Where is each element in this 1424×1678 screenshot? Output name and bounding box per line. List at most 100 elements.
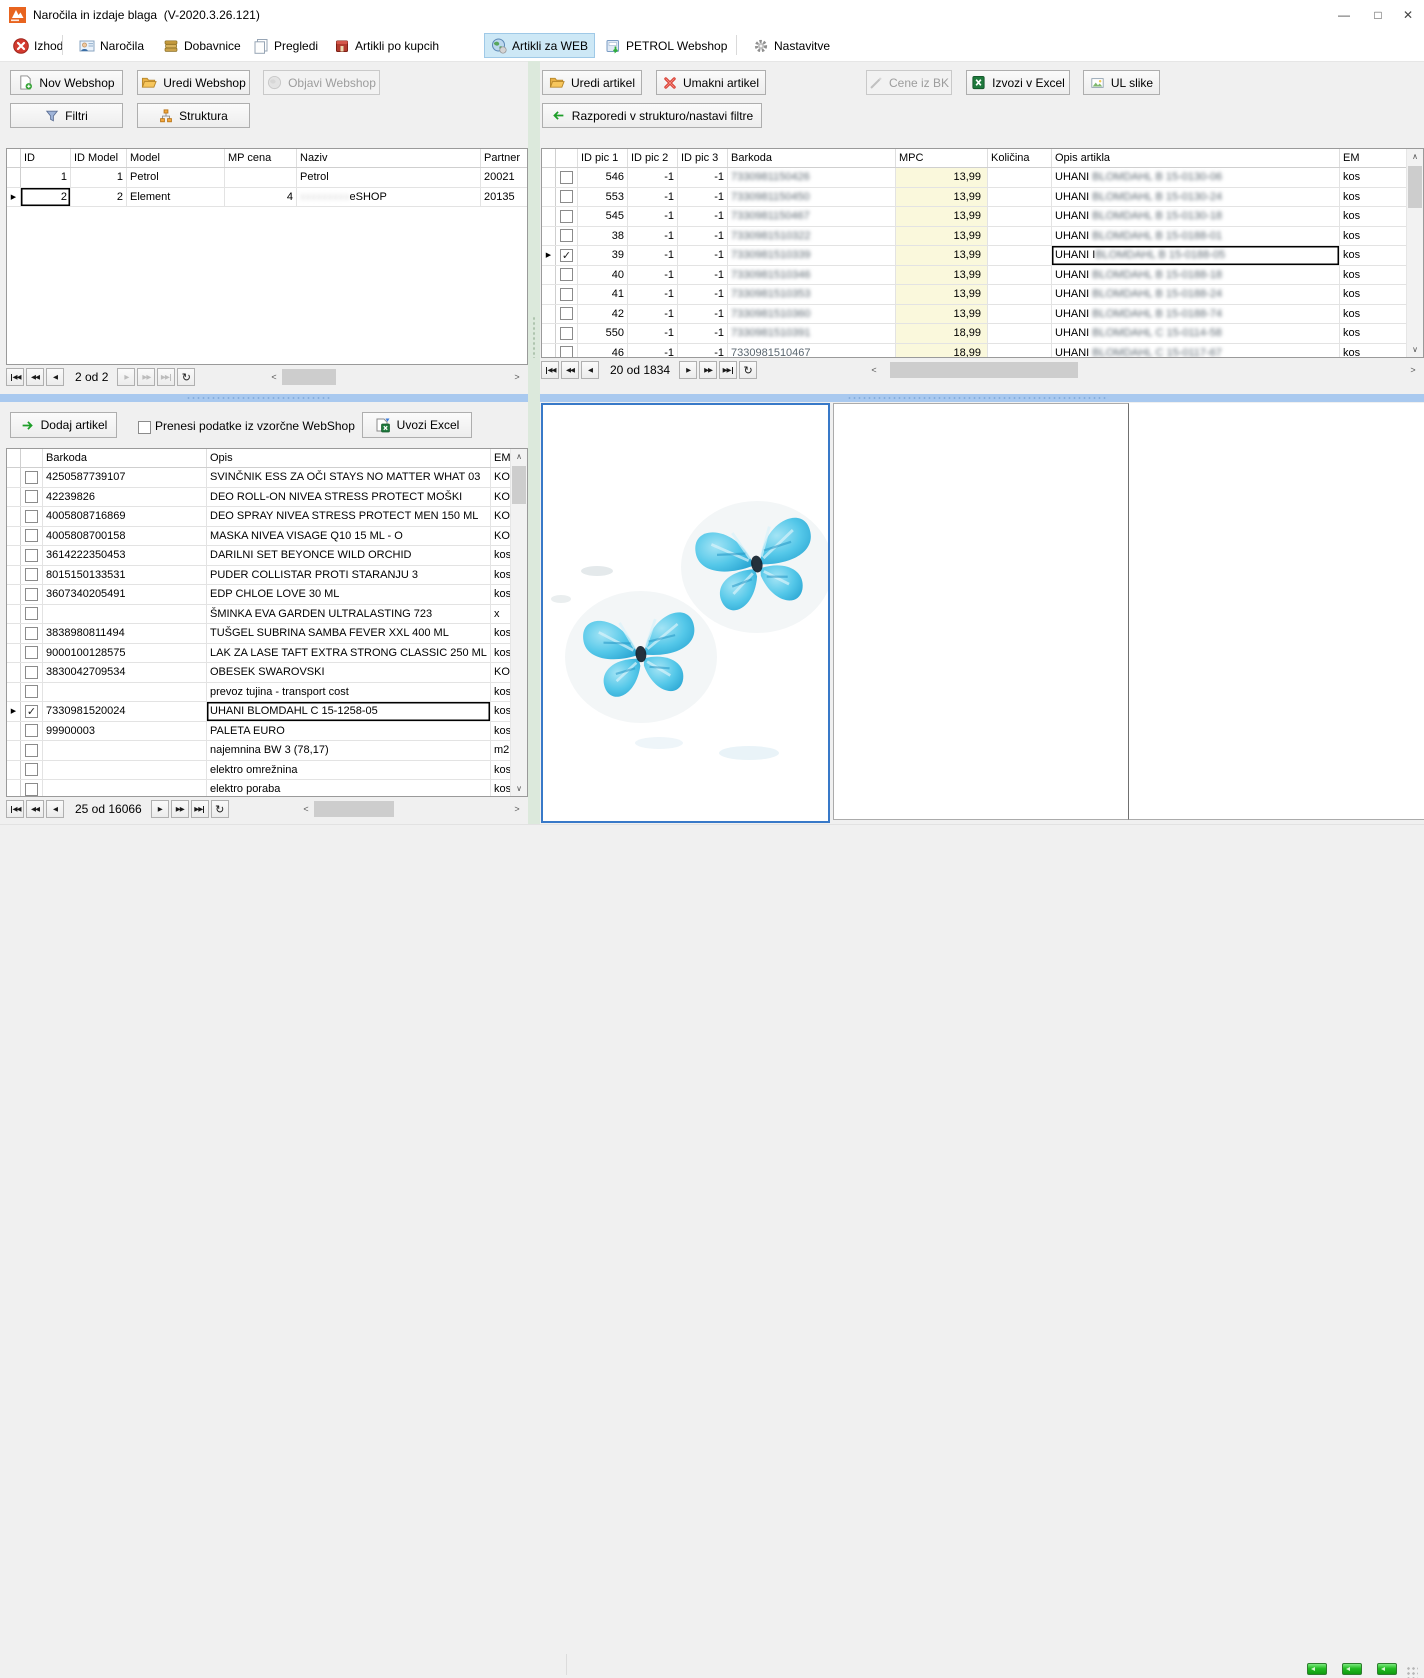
minimize-button[interactable]: — (1328, 0, 1360, 30)
vertical-splitter[interactable] (528, 61, 540, 824)
umakni-artikel-button[interactable]: Umakni artikel (656, 70, 766, 95)
row-checkbox[interactable] (556, 285, 578, 304)
vscroll-thumb[interactable] (512, 466, 526, 504)
catalog-row[interactable]: ▶ ✓ 7330981520024 UHANI BLOMDAHL C 15-12… (7, 702, 511, 722)
row-checkbox[interactable] (556, 344, 578, 359)
scroll-left-icon[interactable]: < (300, 801, 312, 817)
maximize-button[interactable]: □ (1362, 0, 1394, 30)
scroll-right-icon[interactable]: > (511, 801, 523, 817)
row-checkbox[interactable] (556, 227, 578, 246)
catalog-row[interactable]: 3838980811494 TUŠGEL SUBRINA SAMBA FEVER… (7, 624, 511, 644)
row-checkbox[interactable] (21, 566, 43, 585)
close-button[interactable]: ✕ (1392, 0, 1424, 30)
row-checkbox[interactable] (21, 468, 43, 487)
nav-first-button[interactable]: ◀◀ (541, 361, 559, 379)
catalog-row[interactable]: 4005808716869 DEO SPRAY NIVEA STRESS PRO… (7, 507, 511, 527)
nav-prev-fast-button[interactable]: ◀◀ (26, 800, 44, 818)
scroll-down-icon[interactable]: ∨ (511, 781, 527, 796)
row-checkbox[interactable] (21, 605, 43, 624)
row-checkbox[interactable] (21, 741, 43, 760)
toolbar-item-pregledi[interactable]: Pregledi (246, 33, 325, 58)
row-checkbox[interactable]: ✓ (21, 702, 43, 721)
image-preview-selected[interactable] (541, 403, 830, 823)
objavi-webshop-button[interactable]: Objavi Webshop (263, 70, 380, 95)
catalog-row[interactable]: ŠMINKA EVA GARDEN ULTRALASTING 723 x (7, 605, 511, 625)
scroll-right-icon[interactable]: > (511, 369, 523, 385)
row-checkbox[interactable] (21, 780, 43, 797)
vscroll-thumb[interactable] (1408, 166, 1422, 208)
toolbar-item-dobavnice[interactable]: Dobavnice (156, 33, 248, 58)
filtri-button[interactable]: Filtri (10, 103, 123, 128)
catalog-row[interactable]: 3830042709534 OBESEK SWAROVSKI KOS (7, 663, 511, 683)
transfer-checkbox[interactable] (138, 421, 151, 434)
article-row[interactable]: 40 -1 -1 7330981510346 13,99 UHANI BLOMD… (542, 266, 1407, 286)
article-row[interactable]: 41 -1 -1 7330981510353 13,99 UHANI BLOMD… (542, 285, 1407, 305)
scroll-left-icon[interactable]: < (868, 362, 880, 378)
catalog-row[interactable]: elektro poraba kos (7, 780, 511, 797)
image-preview-slot-3[interactable] (1129, 403, 1424, 820)
uredi-webshop-button[interactable]: Uredi Webshop (137, 70, 250, 95)
nav-last-button[interactable]: ▶▶ (191, 800, 209, 818)
row-checkbox[interactable] (556, 188, 578, 207)
nav-next-fast-button[interactable]: ▶▶ (699, 361, 717, 379)
toolbar-item-petrol-webshop[interactable]: PETROL Webshop (598, 33, 734, 58)
article-row[interactable]: 545 -1 -1 7330981150467 13,99 UHANI BLOM… (542, 207, 1407, 227)
toolbar-item-narocila[interactable]: Naročila (72, 33, 151, 58)
nav-first-button[interactable]: ◀◀ (6, 800, 24, 818)
nav-first-button[interactable]: ◀◀ (6, 368, 24, 386)
article-row[interactable]: 42 -1 -1 7330981510360 13,99 UHANI BLOMD… (542, 305, 1407, 325)
image-preview-slot-2[interactable] (833, 403, 1129, 820)
nav-prev-button[interactable]: ◀ (581, 361, 599, 379)
row-checkbox[interactable] (556, 305, 578, 324)
catalog-row[interactable]: 4005808700158 MASKA NIVEA VISAGE Q10 15 … (7, 527, 511, 547)
row-checkbox[interactable] (21, 624, 43, 643)
article-row[interactable]: 550 -1 -1 7330981510391 18,99 UHANI BLOM… (542, 324, 1407, 344)
nav-prev-fast-button[interactable]: ◀◀ (561, 361, 579, 379)
row-checkbox[interactable] (556, 207, 578, 226)
toolbar-item-artikli-za-web[interactable]: Artikli za WEB (484, 33, 595, 58)
row-checkbox[interactable] (556, 324, 578, 343)
struktura-button[interactable]: Struktura (137, 103, 250, 128)
uvozi-excel-button[interactable]: Uvozi Excel (362, 412, 472, 438)
catalog-row[interactable]: 3607340205491 EDP CHLOE LOVE 30 ML kos (7, 585, 511, 605)
catalog-row[interactable]: elektro omrežnina kos (7, 761, 511, 781)
izvozi-v-excel-button[interactable]: Izvozi v Excel (966, 70, 1070, 95)
nav-next-fast-button[interactable]: ▶▶ (137, 368, 155, 386)
catalog-row[interactable]: 9000100128575 LAK ZA LASE TAFT EXTRA STR… (7, 644, 511, 664)
row-checkbox[interactable] (556, 168, 578, 187)
article-row[interactable]: 38 -1 -1 7330981510322 13,99 UHANI BLOMD… (542, 227, 1407, 247)
catalog-row[interactable]: najemnina BW 3 (78,17) m2 (7, 741, 511, 761)
resize-grip-icon[interactable] (1406, 1666, 1418, 1678)
scroll-down-icon[interactable]: ∨ (1407, 342, 1423, 357)
catalog-row[interactable]: 4250587739107 SVINČNIK ESS ZA OČI STAYS … (7, 468, 511, 488)
hscroll-thumb[interactable] (282, 369, 336, 385)
article-row[interactable]: 46 -1 -1 7330981510467 18,99 UHANI BLOMD… (542, 344, 1407, 359)
nav-next-fast-button[interactable]: ▶▶ (171, 800, 189, 818)
row-checkbox[interactable] (21, 546, 43, 565)
scroll-left-icon[interactable]: < (268, 369, 280, 385)
row-checkbox[interactable]: ✓ (556, 246, 578, 265)
row-checkbox[interactable] (21, 722, 43, 741)
article-row[interactable]: 553 -1 -1 7330981150450 13,99 UHANI BLOM… (542, 188, 1407, 208)
row-checkbox[interactable] (556, 266, 578, 285)
scroll-up-icon[interactable]: ∧ (511, 449, 527, 464)
uredi-artikel-button[interactable]: Uredi artikel (542, 70, 642, 95)
scroll-right-icon[interactable]: > (1407, 362, 1419, 378)
catalog-row[interactable]: 99900003 PALETA EURO kos (7, 722, 511, 742)
row-checkbox[interactable] (21, 507, 43, 526)
webshop-row[interactable]: 1 1 Petrol Petrol 20021 (7, 168, 527, 188)
nav-prev-button[interactable]: ◀ (46, 368, 64, 386)
cene-iz-bk-button[interactable]: Cene iz BK (866, 70, 952, 95)
articles-vscrollbar[interactable]: ∧ ∨ (1406, 149, 1423, 357)
status-led-1[interactable] (1307, 1663, 1327, 1675)
catalog-row[interactable]: 3614222350453 DARILNI SET BEYONCE WILD O… (7, 546, 511, 566)
toolbar-item-izhod[interactable]: Izhod (6, 33, 70, 58)
nav-prev-fast-button[interactable]: ◀◀ (26, 368, 44, 386)
status-led-2[interactable] (1342, 1663, 1362, 1675)
nov-webshop-button[interactable]: Nov Webshop (10, 70, 123, 95)
hscroll-thumb[interactable] (890, 362, 1078, 378)
row-checkbox[interactable] (21, 527, 43, 546)
ul-slike-button[interactable]: UL slike (1083, 70, 1160, 95)
catalog-vscrollbar[interactable]: ∧ ∨ (510, 449, 527, 796)
nav-refresh-button[interactable]: ↻ (211, 800, 229, 818)
